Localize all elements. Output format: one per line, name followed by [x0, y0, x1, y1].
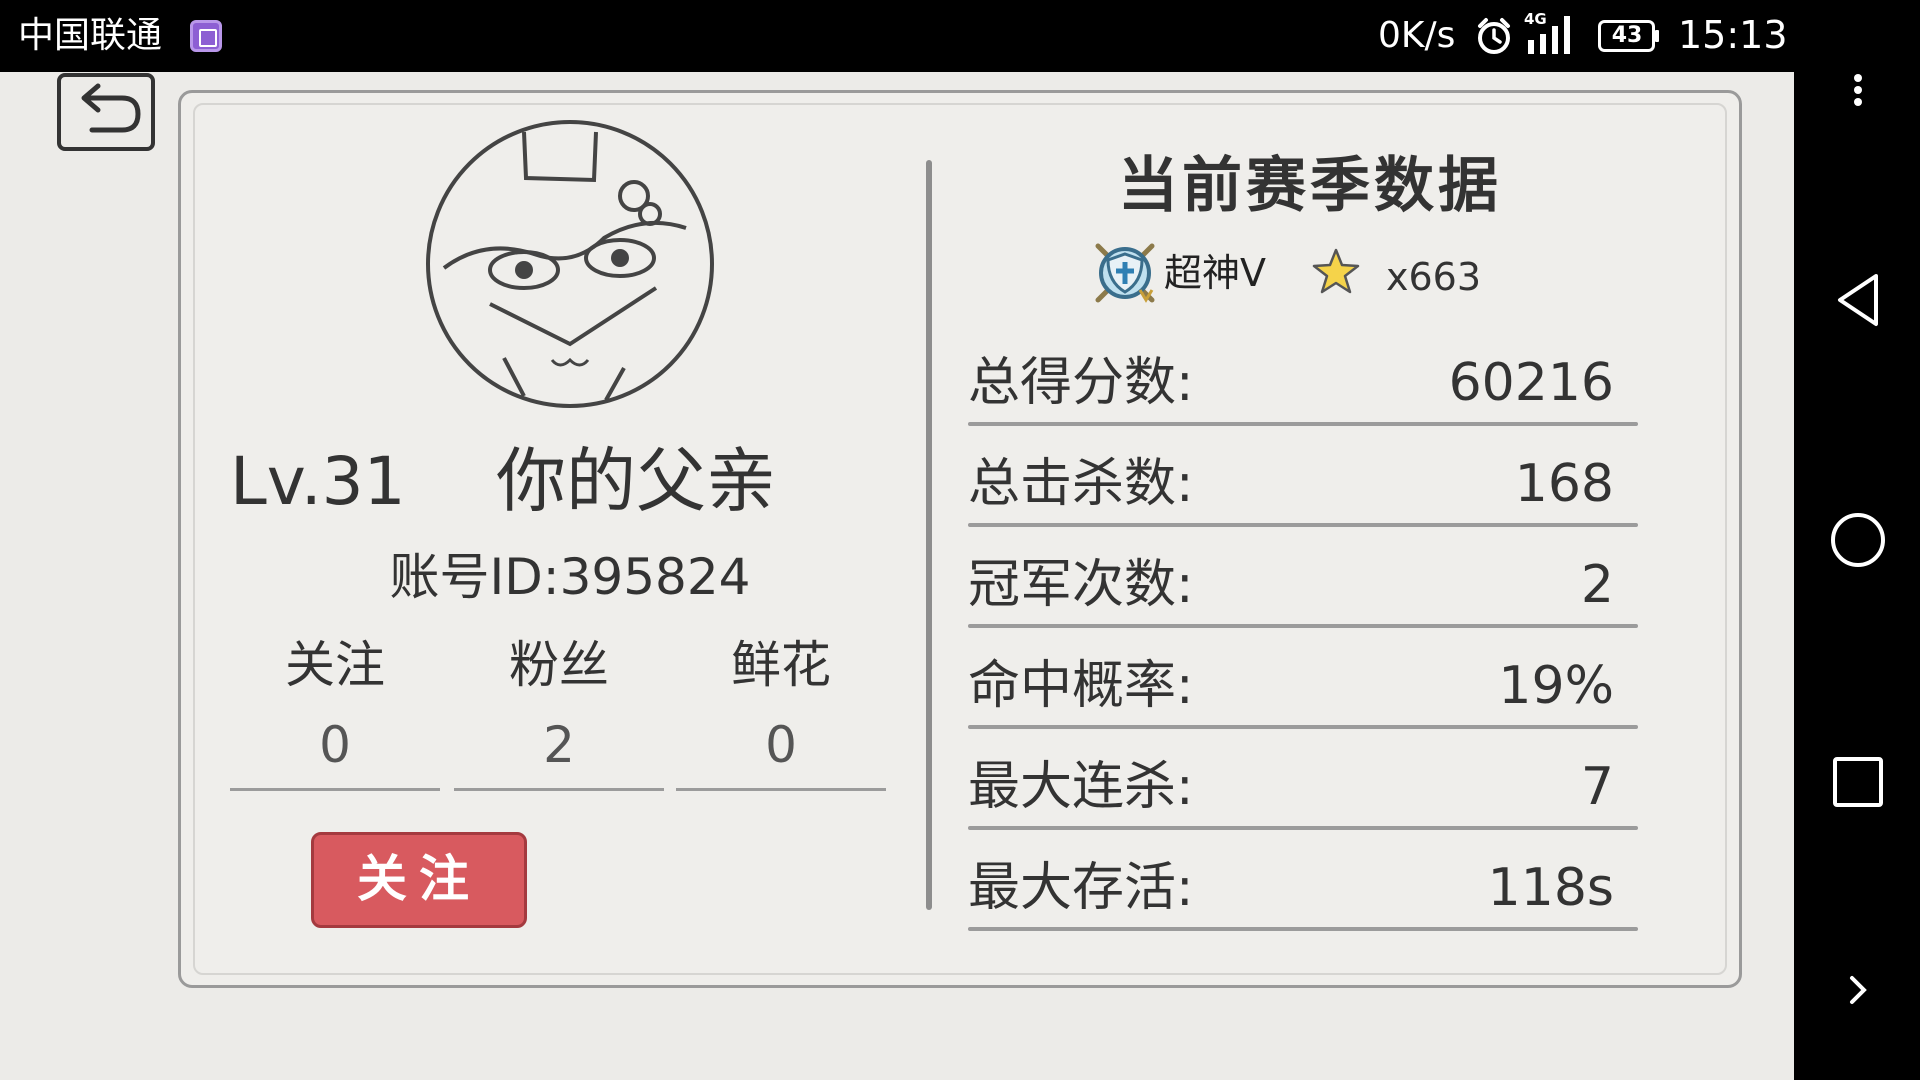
network-speed: 0K/s	[1378, 15, 1456, 56]
shield-badge-icon	[1095, 243, 1155, 303]
player-name: 你的父亲	[496, 440, 776, 522]
chevron-right-icon[interactable]	[1844, 972, 1872, 1008]
row-value: 168	[1514, 454, 1614, 514]
status-bar: 中国联通 0K/s 4G 43 15:13	[0, 0, 1920, 72]
row-label: 最大存活:	[968, 858, 1194, 918]
cat-mask-avatar[interactable]	[424, 118, 716, 410]
row-label: 最大连杀:	[968, 757, 1194, 817]
season-stat-row-total-score: 总得分数: 60216	[968, 340, 1638, 436]
player-level: Lv.31	[230, 443, 406, 520]
gallery-notification-icon	[190, 20, 222, 52]
row-underline	[968, 624, 1638, 628]
row-value: 118s	[1487, 858, 1614, 918]
row-label: 总得分数:	[968, 353, 1194, 413]
following-stat[interactable]: 关注 0	[230, 632, 440, 791]
season-title: 当前赛季数据	[1118, 151, 1502, 221]
account-id: 账号ID:395824	[389, 548, 751, 606]
nav-recent-apps-icon[interactable]	[1832, 756, 1884, 808]
row-underline	[968, 523, 1638, 527]
alarm-icon	[1478, 18, 1510, 54]
season-stat-row-total-kills: 总击杀数: 168	[968, 441, 1638, 537]
season-stat-row-max-survival: 最大存活: 118s	[968, 845, 1638, 941]
stat-label: 鲜花	[731, 636, 831, 694]
stat-label: 关注	[285, 636, 385, 694]
star-count: x663	[1386, 255, 1482, 299]
nav-home-icon[interactable]	[1830, 512, 1886, 568]
row-underline	[968, 422, 1638, 426]
season-stat-row-accuracy: 命中概率: 19%	[968, 643, 1638, 739]
row-value: 2	[1580, 555, 1614, 615]
back-arrow-icon[interactable]	[56, 72, 156, 152]
flowers-stat[interactable]: 鲜花 0	[676, 632, 886, 791]
row-underline	[968, 927, 1638, 931]
stat-value: 0	[319, 716, 351, 774]
stat-underline	[454, 788, 664, 791]
row-label: 总击杀数:	[968, 454, 1194, 514]
season-stat-row-wins: 冠军次数: 2	[968, 542, 1638, 638]
row-label: 命中概率:	[968, 656, 1194, 716]
stat-label: 粉丝	[509, 636, 609, 694]
row-value: 60216	[1448, 353, 1614, 413]
row-value: 19%	[1498, 656, 1614, 716]
network-type-label: 4G	[1524, 10, 1547, 28]
card-divider	[926, 160, 932, 910]
navigation-bar	[1794, 72, 1920, 1080]
follow-button[interactable]: 关注	[311, 832, 527, 928]
season-stat-row-max-streak: 最大连杀: 7	[968, 744, 1638, 840]
stat-value: 0	[765, 716, 797, 774]
row-underline	[968, 826, 1638, 830]
followers-stat[interactable]: 粉丝 2	[454, 632, 664, 791]
more-options-icon[interactable]	[1838, 70, 1878, 110]
row-value: 7	[1580, 757, 1614, 817]
stat-underline	[676, 788, 886, 791]
rank-name: 超神V	[1164, 251, 1266, 295]
carrier-name: 中国联通	[18, 15, 163, 56]
star-icon	[1312, 248, 1360, 294]
row-underline	[968, 725, 1638, 729]
battery-level: 43	[1611, 23, 1643, 48]
stat-value: 2	[543, 716, 575, 774]
nav-back-icon[interactable]	[1830, 270, 1886, 330]
battery-icon: 43	[1598, 20, 1660, 52]
stat-underline	[230, 788, 440, 791]
row-label: 冠军次数:	[968, 555, 1194, 615]
clock: 15:13	[1678, 13, 1788, 57]
signal-4g-icon: 4G	[1524, 10, 1570, 54]
